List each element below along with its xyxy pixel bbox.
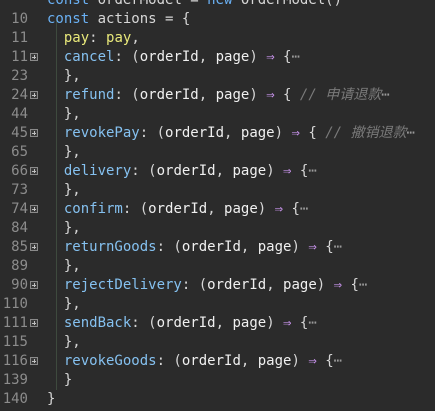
code-text: }, [47, 106, 81, 122]
code-line[interactable]: 44 }, [0, 105, 435, 124]
code-line[interactable]: 65 }, [0, 143, 435, 162]
code-text: }, [47, 296, 81, 312]
line-number: 90 [11, 277, 28, 293]
code-line[interactable]: 66 delivery: (orderId, page) ⇒ {⋯ [0, 162, 435, 181]
code-line[interactable]: 90 rejectDelivery: (orderId, page) ⇒ {⋯ [0, 276, 435, 295]
line-number: 116 [2, 353, 28, 369]
code-text: } [47, 391, 56, 407]
code-line[interactable]: 11 pay: pay, [0, 29, 435, 48]
code-line[interactable]: 23 }, [0, 67, 435, 86]
line-number: 74 [11, 201, 28, 217]
code-line[interactable]: 140} [0, 390, 435, 409]
code-editor[interactable]: const orderModel = new OrderModel() 10 con… [0, 0, 435, 411]
code-text: delivery: (orderId, page) ⇒ {⋯ [63, 163, 317, 179]
code-line[interactable]: 115 }, [0, 333, 435, 352]
fold-expand-icon[interactable] [30, 281, 38, 289]
line-number: 24 [11, 87, 28, 103]
code-line[interactable]: 45 revokePay: (orderId, page) ⇒ { // 撤销退… [0, 124, 435, 143]
fold-expand-icon[interactable] [30, 357, 38, 365]
fold-expand-icon[interactable] [30, 319, 38, 327]
line-number: 65 [11, 144, 28, 160]
code-line[interactable]: 89 }, [0, 257, 435, 276]
fold-expand-icon[interactable] [30, 167, 38, 175]
code-text: refund: (orderId, page) ⇒ { // 申请退款⋯ [63, 87, 390, 103]
line-number: 11 [11, 49, 28, 65]
line-number: 23 [11, 68, 28, 84]
code-text: }, [47, 68, 81, 84]
code-text: confirm: (orderId, page) ⇒ {⋯ [63, 201, 309, 217]
code-text: cancel: (orderId, page) ⇒ {⋯ [63, 49, 300, 65]
code-line[interactable]: 110 }, [0, 295, 435, 314]
line-number [0, 0, 28, 10]
line-number: 45 [11, 125, 28, 141]
code-text: revokePay: (orderId, page) ⇒ { // 撤销退款⋯ [63, 125, 415, 141]
line-number: 89 [11, 258, 28, 274]
code-text: rejectDelivery: (orderId, page) ⇒ {⋯ [63, 277, 368, 293]
code-line[interactable]: 73 }, [0, 181, 435, 200]
line-number: 115 [2, 334, 28, 350]
code-text: }, [47, 144, 81, 160]
code-line[interactable]: 74 confirm: (orderId, page) ⇒ {⋯ [0, 200, 435, 219]
code-line[interactable]: 139 } [0, 371, 435, 390]
line-number: 111 [2, 315, 28, 331]
code-text: const orderModel = new OrderModel() [47, 0, 343, 8]
fold-expand-icon[interactable] [30, 243, 38, 251]
line-number: 11 [11, 30, 28, 46]
fold-expand-icon[interactable] [30, 91, 38, 99]
code-line[interactable]: const orderModel = new OrderModel() [0, 0, 435, 10]
code-line[interactable]: 85 returnGoods: (orderId, page) ⇒ {⋯ [0, 238, 435, 257]
code-text: sendBack: (orderId, page) ⇒ {⋯ [63, 315, 317, 331]
code-text: }, [47, 258, 81, 274]
code-line[interactable]: 116 revokeGoods: (orderId, page) ⇒ {⋯ [0, 352, 435, 371]
line-number: 139 [2, 372, 28, 388]
code-line[interactable]: 10 const actions = { [0, 10, 435, 29]
code-text: }, [47, 182, 81, 198]
code-line[interactable]: 84 }, [0, 219, 435, 238]
code-text: returnGoods: (orderId, page) ⇒ {⋯ [63, 239, 343, 255]
code-text: } [47, 372, 73, 388]
line-number: 140 [2, 391, 28, 407]
line-number: 85 [11, 239, 28, 255]
code-line[interactable]: 11 cancel: (orderId, page) ⇒ {⋯ [0, 48, 435, 67]
line-number: 44 [11, 106, 28, 122]
fold-expand-icon[interactable] [30, 205, 38, 213]
line-number: 84 [11, 220, 28, 236]
fold-expand-icon[interactable] [30, 129, 38, 137]
code-line[interactable]: 24 refund: (orderId, page) ⇒ { // 申请退款⋯ [0, 86, 435, 105]
fold-expand-icon[interactable] [30, 53, 38, 61]
code-text: pay: pay, [63, 30, 140, 46]
code-text: }, [47, 334, 81, 350]
code-text: }, [47, 220, 81, 236]
code-line[interactable]: 111 sendBack: (orderId, page) ⇒ {⋯ [0, 314, 435, 333]
code-text: revokeGoods: (orderId, page) ⇒ {⋯ [63, 353, 343, 369]
line-number: 10 [11, 11, 28, 27]
line-number: 66 [11, 163, 28, 179]
code-text: const actions = { [47, 11, 191, 27]
line-number: 73 [11, 182, 28, 198]
line-number: 110 [2, 296, 28, 312]
